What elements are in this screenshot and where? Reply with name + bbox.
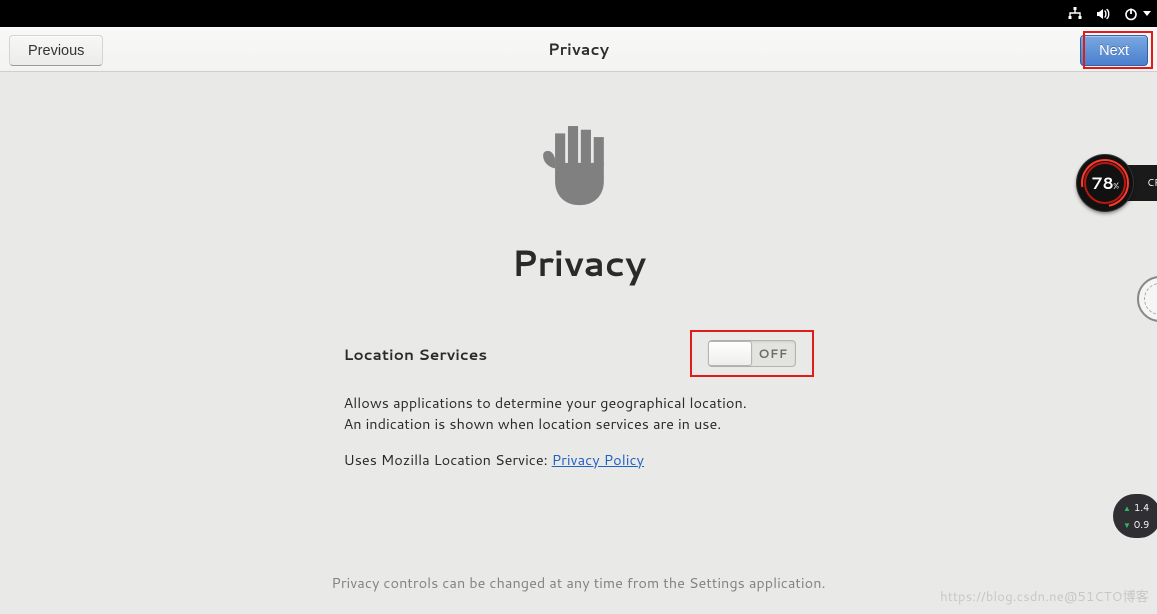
- network-rate-widget: 1.4 0.9: [1113, 494, 1157, 538]
- content-area: Privacy Location Services OFF Allows app…: [0, 72, 1157, 614]
- annotation-switch-highlight: OFF: [690, 330, 814, 377]
- toggle-handle: [708, 341, 752, 366]
- power-menu[interactable]: [1123, 6, 1151, 22]
- cpu-gauge-widget: CP 78%: [1077, 155, 1157, 211]
- titlebar: Previous Privacy Next: [0, 27, 1157, 72]
- toggle-state-label: OFF: [752, 345, 795, 363]
- next-button[interactable]: Next: [1080, 35, 1148, 66]
- watermark-text: https://blog.csdn.ne@51CTO博客: [940, 586, 1149, 606]
- privacy-policy-link[interactable]: Privacy Policy: [552, 449, 644, 470]
- privacy-hand-icon: [533, 115, 625, 213]
- location-services-description: Allows applications to determine your ge…: [344, 393, 754, 434]
- page-title: Privacy: [548, 38, 609, 61]
- location-services-toggle[interactable]: OFF: [708, 340, 796, 367]
- mozilla-prefix: Uses Mozilla Location Service:: [344, 449, 552, 470]
- system-top-bar: [0, 0, 1157, 27]
- heading-privacy: Privacy: [511, 237, 645, 288]
- volume-icon[interactable]: [1095, 6, 1111, 22]
- net-up: 1.4: [1123, 501, 1157, 515]
- mozilla-location-note: Uses Mozilla Location Service: Privacy P…: [344, 449, 814, 470]
- net-down: 0.9: [1123, 518, 1157, 532]
- location-services-label: Location Services: [344, 343, 488, 365]
- gauge-side-label: CP: [1147, 176, 1157, 190]
- network-icon[interactable]: [1067, 6, 1083, 22]
- chevron-down-icon: [1143, 11, 1151, 16]
- previous-button[interactable]: Previous: [9, 35, 103, 66]
